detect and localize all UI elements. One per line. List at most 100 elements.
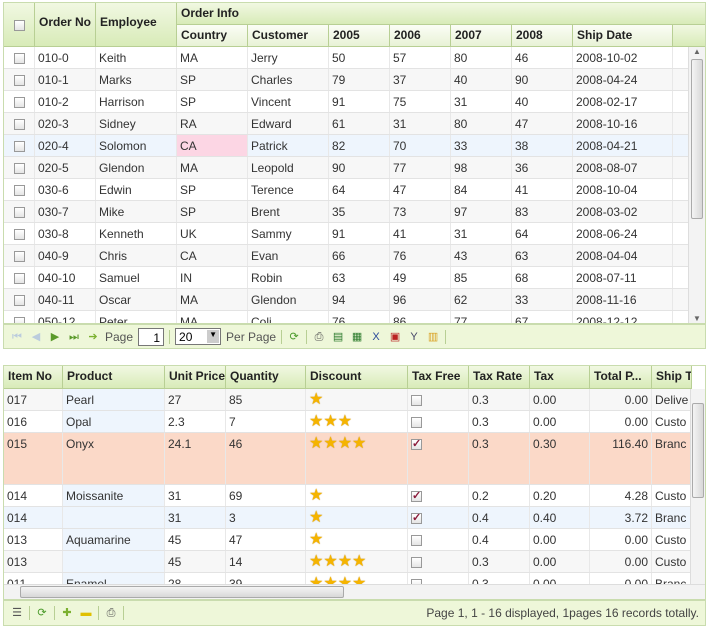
col-2008[interactable]: 2008 <box>512 25 573 47</box>
col-tax-rate[interactable]: Tax Rate <box>469 366 530 389</box>
cell-taxfree[interactable] <box>408 573 469 584</box>
refresh-icon[interactable]: ⟳ <box>287 330 301 344</box>
star-icon[interactable]: ★ <box>338 435 352 452</box>
row-select-cell[interactable] <box>4 135 35 156</box>
row-select-cell[interactable] <box>4 223 35 244</box>
select-all-header[interactable] <box>4 3 35 47</box>
table-row[interactable]: 013 45 14 ★★★★ 0.3 0.00 0.00 Custo <box>4 551 690 573</box>
row-checkbox[interactable] <box>13 251 25 263</box>
table-row[interactable]: 020-4 Solomon CA Patrick 82 70 33 38 2008-04-21 <box>4 135 688 157</box>
list-icon[interactable]: ☰ <box>10 606 24 620</box>
go-icon[interactable]: ➔ <box>86 330 100 344</box>
row-checkbox[interactable] <box>13 185 25 197</box>
cell-stars[interactable]: ★ <box>306 507 408 528</box>
star-icon[interactable]: ★ <box>323 435 337 452</box>
row-checkbox[interactable] <box>13 163 25 175</box>
tax-free-checkbox[interactable] <box>411 489 422 503</box>
add-icon[interactable]: ✚ <box>60 606 74 620</box>
col-2005[interactable]: 2005 <box>329 25 390 47</box>
page-input[interactable]: 1 <box>138 327 165 346</box>
table-row[interactable]: 014 313★ 0.40.403.72Branc <box>4 507 690 529</box>
next-page-icon[interactable]: ▶ <box>48 330 62 344</box>
table-row[interactable]: 040-11 Oscar MA Glendon 94 96 62 33 2008-11-16 <box>4 289 688 311</box>
row-select-cell[interactable] <box>4 157 35 178</box>
table-row[interactable]: 014Moissanite3169★ 0.20.204.28Custo <box>4 485 690 507</box>
star-icon[interactable]: ★ <box>323 553 337 570</box>
star-icon[interactable]: ★ <box>309 391 323 408</box>
col-customer[interactable]: Customer <box>248 25 329 47</box>
cell-taxfree[interactable] <box>408 485 469 506</box>
table-row[interactable]: 010-0 Keith MA Jerry 50 57 80 46 2008-10-02 <box>4 47 688 69</box>
table-row[interactable]: 020-5 Glendon MA Leopold 90 77 98 36 2008-08-07 <box>4 157 688 179</box>
col-2006[interactable]: 2006 <box>390 25 451 47</box>
cell-taxfree[interactable] <box>408 507 469 528</box>
star-icon[interactable]: ★ <box>352 575 366 585</box>
star-icon[interactable]: ★ <box>309 509 323 526</box>
cell-stars[interactable]: ★ <box>306 389 408 410</box>
star-icon[interactable]: ★ <box>323 575 337 585</box>
items-vertical-scrollbar[interactable] <box>690 389 705 584</box>
cell-taxfree[interactable] <box>408 551 469 572</box>
row-checkbox[interactable] <box>13 97 25 109</box>
star-icon[interactable]: ★ <box>309 435 323 452</box>
first-page-icon[interactable]: ⏮ <box>10 330 24 344</box>
row-select-cell[interactable] <box>4 113 35 134</box>
print-icon[interactable]: ⎙ <box>104 606 118 620</box>
col-unit-price[interactable]: Unit Price <box>165 366 226 389</box>
star-icon[interactable]: ★ <box>352 435 366 452</box>
scroll-thumb[interactable] <box>692 403 704 498</box>
table-row[interactable]: 040-10 Samuel IN Robin 63 49 85 68 2008-07-11 <box>4 267 688 289</box>
star-icon[interactable]: ★ <box>338 575 352 585</box>
row-select-cell[interactable] <box>4 245 35 266</box>
export-xml-icon[interactable]: X <box>369 330 383 344</box>
table-row[interactable]: 030-6 Edwin SP Terence 64 47 84 41 2008-10-04 <box>4 179 688 201</box>
export-excel-icon[interactable]: ▦ <box>350 330 364 344</box>
col-item-no[interactable]: Item No <box>4 366 63 389</box>
row-select-cell[interactable] <box>4 289 35 310</box>
row-select-cell[interactable] <box>4 47 35 68</box>
star-icon[interactable]: ★ <box>309 487 323 504</box>
table-row[interactable]: 020-3 Sidney RA Edward 61 31 80 47 2008-10-16 <box>4 113 688 135</box>
tax-free-checkbox[interactable] <box>411 417 422 429</box>
col-ship-date[interactable]: Ship Date <box>573 25 673 47</box>
scroll-down-icon[interactable]: ▼ <box>689 314 705 323</box>
cell-taxfree[interactable] <box>408 529 469 550</box>
row-checkbox[interactable] <box>13 207 25 219</box>
scroll-thumb[interactable] <box>691 59 703 219</box>
row-checkbox[interactable] <box>13 317 25 323</box>
cell-taxfree[interactable] <box>408 433 469 484</box>
cell-stars[interactable]: ★★★★ <box>306 551 408 572</box>
table-row[interactable]: 010-2 Harrison SP Vincent 91 75 31 40 2008-02-17 <box>4 91 688 113</box>
table-row[interactable]: 040-9 Chris CA Evan 66 76 43 63 2008-04-04 <box>4 245 688 267</box>
refresh-icon[interactable]: ⟳ <box>35 606 49 620</box>
scroll-thumb[interactable] <box>20 586 344 598</box>
col-order-no[interactable]: Order No <box>35 3 96 47</box>
col-quantity[interactable]: Quantity <box>226 366 306 389</box>
cell-stars[interactable]: ★ <box>306 485 408 506</box>
row-checkbox[interactable] <box>13 273 25 285</box>
table-row[interactable]: 015Onyx24.146★★★★0.30.30116.40Branc <box>4 433 690 485</box>
cell-stars[interactable]: ★★★ <box>306 411 408 432</box>
star-icon[interactable]: ★ <box>338 553 352 570</box>
filter-icon[interactable]: Y <box>407 330 421 344</box>
col-discount[interactable]: Discount <box>306 366 408 389</box>
last-page-icon[interactable]: ⏭ <box>67 330 81 344</box>
cell-stars[interactable]: ★ <box>306 529 408 550</box>
table-row[interactable]: 011 Enamel 28 39 ★★★★ 0.3 0.00 0.00 Branc <box>4 573 690 584</box>
star-icon[interactable]: ★ <box>309 575 323 585</box>
tax-free-checkbox[interactable] <box>411 395 422 407</box>
col-tax[interactable]: Tax <box>530 366 590 389</box>
row-checkbox[interactable] <box>13 119 25 131</box>
cell-stars[interactable]: ★★★★ <box>306 433 408 484</box>
tax-free-checkbox[interactable] <box>411 511 422 525</box>
remove-icon[interactable]: ▬ <box>79 606 93 620</box>
table-row[interactable]: 013 Aquamarine 45 47 ★ 0.4 0.00 0.00 Custo <box>4 529 690 551</box>
cell-stars[interactable]: ★★★★ <box>306 573 408 584</box>
star-icon[interactable]: ★ <box>309 553 323 570</box>
chart-icon[interactable]: ▥ <box>426 330 440 344</box>
table-row[interactable]: 017 Pearl 27 85 ★ 0.3 0.00 0.00 Delive <box>4 389 690 411</box>
col-tax-free[interactable]: Tax Free <box>408 366 469 389</box>
export-csv-icon[interactable]: ▤ <box>331 330 345 344</box>
star-icon[interactable]: ★ <box>352 553 366 570</box>
star-icon[interactable]: ★ <box>309 531 323 548</box>
